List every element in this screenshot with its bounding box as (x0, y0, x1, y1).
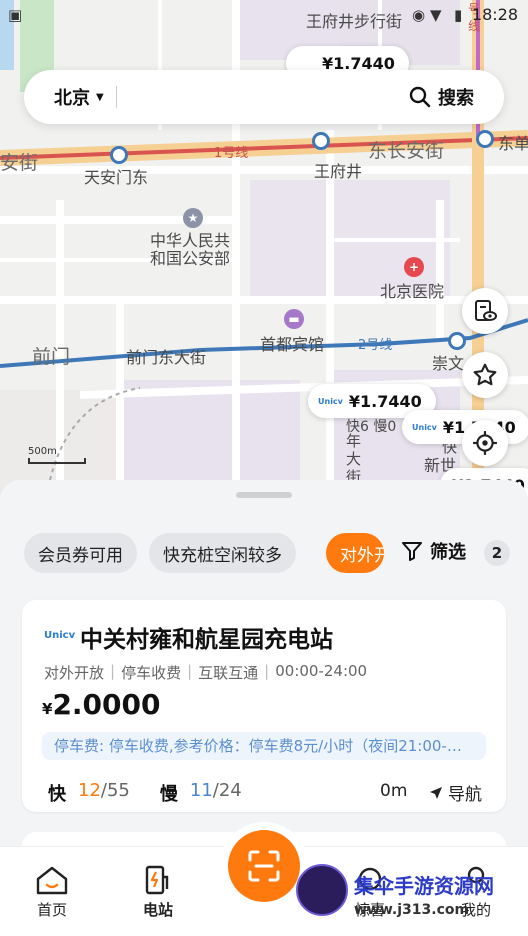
city-name: 北京 (54, 88, 90, 109)
map-label-wangfujing: 王府井 (314, 162, 363, 181)
map-scale-label: 500m (28, 446, 57, 457)
chip-fast-free[interactable]: 快充桩空闲较多 (149, 533, 296, 573)
navigate-label: 导航 (448, 785, 482, 805)
star-icon (473, 363, 497, 386)
status-bar: ▣ ◉ ▼ ▮ 18:28 (0, 0, 528, 32)
map-scale: 500m (28, 446, 86, 464)
scan-button[interactable] (228, 830, 300, 902)
metro-station-icon (476, 130, 494, 148)
price-bubble-value: ¥1.7440 (348, 391, 422, 411)
slow-free-count: 11 (189, 780, 213, 801)
battery-icon: ▮ (454, 6, 463, 24)
tab-station-label: 电站 (142, 901, 173, 919)
station-tag: 对外开放 (44, 664, 105, 682)
wifi-icon: ▼ (430, 6, 442, 24)
parking-notice: 停车费: 停车收费,参考价格：停车费8元/小时（夜间21:00-… (42, 732, 486, 760)
filter-button[interactable]: 筛选 (400, 538, 466, 564)
scan-icon (248, 850, 280, 882)
tab-home[interactable]: 首页 (22, 865, 82, 920)
chip-open[interactable]: 对外开放 (326, 533, 384, 573)
slow-label: 慢 (159, 784, 178, 805)
watermark-title: 集伞手游资源网 (354, 874, 494, 898)
map-label-dongdan: 东单 (498, 134, 528, 153)
locate-icon (473, 431, 497, 455)
map-label-chongwen: 崇文 (432, 354, 465, 373)
watermark-url: www.j313.com (354, 902, 470, 918)
search-divider (115, 86, 117, 108)
chip-coupon[interactable]: 会员券可用 (24, 533, 137, 573)
map-label-changan-east: 东长安街 (368, 140, 445, 162)
station-tag: 00:00-24:00 (275, 662, 368, 680)
funnel-icon (402, 542, 422, 561)
map-label-street-vertical: 年 大 街 (346, 432, 362, 486)
map-label-hospital: 北京医院 (380, 282, 445, 301)
watermark-logo (296, 864, 348, 916)
home-icon (36, 866, 68, 895)
map-scale-bar (28, 458, 86, 464)
locate-me-button[interactable] (462, 420, 508, 466)
status-time: 18:28 (471, 5, 518, 24)
map-label-qianmen: 前门 (32, 346, 71, 368)
unicv-logo: Unicv (44, 630, 76, 641)
map-view-toggle-button[interactable] (462, 288, 508, 334)
station-card[interactable]: Unicv 中关村雍和航星园充电站 对外开放 | 停车收费 | 互联互通 | 00:0… (22, 600, 506, 812)
tab-station[interactable]: 电站 (128, 865, 188, 920)
search-icon (409, 86, 431, 108)
charger-availability: 快 12 /55 慢 11 /24 (48, 780, 242, 806)
map-label-qianmen-east: 前门东大街 (126, 348, 207, 367)
fast-label: 快 (48, 784, 66, 805)
map-label-line1: 1号线 (214, 146, 249, 161)
metro-station-icon (110, 146, 128, 164)
station-name: 中关村雍和航星园充电站 (80, 627, 333, 653)
search-bar[interactable]: 北京 ▼ 搜索 (24, 70, 504, 124)
filter-label: 筛选 (430, 542, 466, 563)
map-label-tiananmen-east: 天安门东 (84, 168, 149, 187)
map-label-changan-west: 安街 (0, 152, 39, 174)
city-selector[interactable]: 北京 ▼ (54, 84, 104, 110)
document-eye-icon (475, 300, 497, 321)
slow-total-count: /24 (212, 780, 242, 801)
search-button[interactable]: 搜索 (408, 84, 474, 110)
search-label: 搜索 (438, 88, 474, 109)
location-status-icon: ◉ (412, 6, 426, 24)
chip-open-clip: 对外开放 (326, 532, 384, 574)
charging-station-icon (145, 865, 169, 895)
filter-chips: 会员券可用 快充桩空闲较多 (24, 532, 308, 574)
station-tag: 停车收费 (121, 664, 182, 682)
notification-icon: ▣ (8, 6, 23, 24)
government-poi-icon: ★ (183, 208, 203, 228)
station-tag: 互联互通 (198, 664, 259, 682)
station-distance: 0m (380, 781, 408, 801)
map-label-line2: 2号线 (358, 338, 393, 353)
station-price: ¥2.0000 (42, 688, 161, 721)
metro-station-icon (312, 132, 330, 150)
map-label-hotel: 首都宾馆 (260, 335, 325, 354)
fast-total-count: /55 (100, 780, 130, 801)
sheet-drag-handle[interactable] (236, 492, 292, 498)
price-value: 2.0000 (52, 688, 161, 721)
filter-count-badge: 2 (484, 540, 510, 566)
station-tags: 对外开放 | 停车收费 | 互联互通 | 00:00-24:00 (44, 662, 368, 682)
hotel-poi-icon: ▬ (284, 309, 304, 329)
unicv-logo: Unicv (318, 396, 343, 406)
tab-home-label: 首页 (36, 901, 67, 919)
caret-down-icon: ▼ (96, 91, 104, 103)
price-currency: ¥ (42, 700, 53, 718)
watermark: 集伞手游资源网 www.j313.com (296, 862, 528, 932)
favorites-button[interactable] (462, 352, 508, 398)
map-label-ministry: 中华人民共 和国公安部 (150, 231, 231, 268)
metro-station-icon (448, 332, 466, 350)
fast-free-count: 12 (78, 780, 101, 801)
navigation-arrow-icon (430, 786, 442, 799)
hospital-poi-icon: + (404, 257, 424, 277)
unicv-logo: Unicv (412, 422, 437, 432)
navigate-button[interactable]: 导航 (428, 780, 482, 805)
